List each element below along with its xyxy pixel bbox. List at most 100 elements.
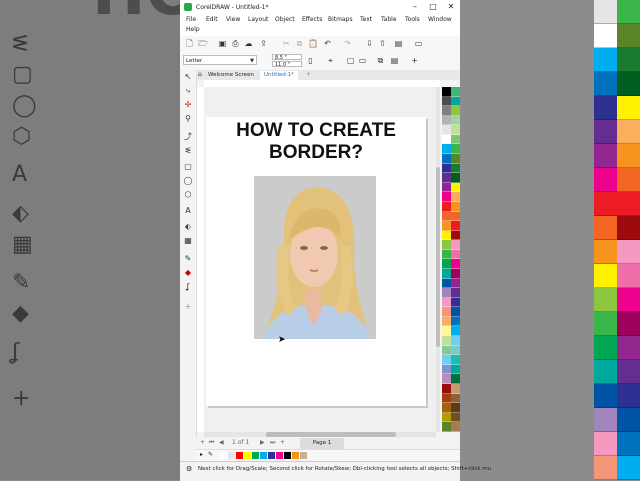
color-swatch[interactable] bbox=[451, 364, 460, 375]
background-swatch[interactable] bbox=[594, 408, 617, 432]
vertical-scrollbar[interactable] bbox=[436, 87, 440, 432]
vertical-scroll-thumb[interactable] bbox=[436, 167, 440, 347]
undo-icon[interactable]: ↶ bbox=[323, 39, 332, 48]
color-swatch[interactable] bbox=[442, 115, 451, 126]
interactive-fill-icon[interactable]: ◆ bbox=[183, 268, 193, 278]
color-swatch[interactable] bbox=[451, 192, 460, 202]
export-file-icon[interactable]: ⇧ bbox=[378, 39, 387, 48]
smart-fill-icon[interactable]: ʆ bbox=[183, 282, 193, 292]
publish-pdf-icon[interactable]: ▤ bbox=[394, 39, 403, 48]
background-swatch[interactable] bbox=[594, 240, 617, 264]
color-swatch[interactable] bbox=[451, 115, 460, 126]
background-swatch[interactable] bbox=[594, 192, 617, 216]
document-color-swatch[interactable] bbox=[300, 452, 307, 459]
menu-text[interactable]: Text bbox=[360, 16, 372, 23]
add-page-end-icon[interactable]: + bbox=[280, 439, 285, 446]
color-swatch[interactable] bbox=[451, 383, 460, 394]
page-height-field[interactable]: 11.0 " bbox=[272, 61, 302, 68]
color-swatch[interactable] bbox=[451, 106, 460, 116]
minimize-button[interactable]: – bbox=[406, 0, 424, 14]
color-swatch[interactable] bbox=[451, 125, 460, 135]
document-color-swatch[interactable] bbox=[292, 452, 299, 459]
headline-text[interactable]: HOW TO CREATE BORDER? bbox=[206, 120, 426, 164]
gear-icon[interactable]: ⚙ bbox=[186, 465, 192, 473]
background-swatch[interactable] bbox=[617, 168, 640, 192]
background-swatch[interactable] bbox=[617, 48, 640, 72]
background-swatch[interactable] bbox=[617, 72, 640, 96]
copy-icon[interactable]: ⧉ bbox=[295, 39, 304, 48]
color-swatch[interactable] bbox=[451, 154, 460, 164]
color-swatch[interactable] bbox=[442, 288, 451, 298]
next-page-icon[interactable]: ▶ bbox=[260, 439, 265, 446]
duplicate-page-icon[interactable]: ⧉ bbox=[376, 56, 385, 65]
background-swatch[interactable] bbox=[594, 168, 617, 192]
first-page-icon[interactable]: ⏮ bbox=[209, 439, 214, 447]
color-swatch[interactable] bbox=[451, 259, 460, 269]
menu-bitmaps[interactable]: Bitmaps bbox=[328, 16, 353, 23]
color-swatch[interactable] bbox=[451, 412, 460, 423]
polygon-tool-icon[interactable]: ⬡ bbox=[183, 190, 193, 200]
page-icon[interactable]: ▢ bbox=[346, 56, 355, 65]
color-swatch[interactable] bbox=[442, 268, 451, 279]
add-icon[interactable]: + bbox=[410, 56, 419, 65]
background-swatch[interactable] bbox=[594, 432, 617, 456]
cut-icon[interactable]: ✂ bbox=[282, 39, 291, 48]
color-swatch[interactable] bbox=[442, 87, 451, 97]
page-width-field[interactable]: 8.5 " bbox=[272, 54, 302, 61]
color-swatch[interactable] bbox=[442, 374, 451, 384]
color-swatch[interactable] bbox=[451, 288, 460, 298]
color-swatch[interactable] bbox=[451, 173, 460, 183]
color-palette-column-2[interactable] bbox=[451, 87, 460, 432]
tab-welcome-screen[interactable]: Welcome Screen bbox=[204, 71, 258, 80]
paper-size-select[interactable]: Letter ▼ bbox=[183, 55, 257, 65]
color-swatch[interactable] bbox=[442, 240, 451, 250]
eyedropper-tool-icon[interactable]: ✎ bbox=[183, 254, 193, 264]
background-swatch[interactable] bbox=[594, 48, 617, 72]
background-swatch[interactable] bbox=[617, 264, 640, 288]
color-swatch[interactable] bbox=[451, 211, 460, 222]
background-swatch[interactable] bbox=[594, 384, 617, 408]
document-color-swatch[interactable] bbox=[228, 452, 235, 459]
color-swatch[interactable] bbox=[442, 221, 451, 231]
color-swatch[interactable] bbox=[451, 144, 460, 155]
document-color-swatch[interactable] bbox=[252, 452, 259, 459]
background-swatch[interactable] bbox=[594, 144, 617, 168]
portrait-photo[interactable] bbox=[254, 176, 376, 339]
document-color-swatch[interactable] bbox=[220, 452, 227, 459]
menu-edit[interactable]: Edit bbox=[206, 16, 218, 23]
background-swatch[interactable] bbox=[617, 144, 640, 168]
background-swatch[interactable] bbox=[617, 288, 640, 312]
document-color-swatch[interactable] bbox=[284, 452, 291, 459]
color-swatch[interactable] bbox=[451, 278, 460, 289]
color-swatch[interactable] bbox=[442, 106, 451, 116]
color-swatch[interactable] bbox=[442, 336, 451, 346]
color-swatch[interactable] bbox=[442, 345, 451, 356]
page-1-tab[interactable]: Page 1 bbox=[300, 438, 344, 449]
crop-tool-icon[interactable]: ✢ bbox=[183, 100, 193, 110]
color-swatch[interactable] bbox=[451, 355, 460, 365]
last-page-icon[interactable]: ⏭ bbox=[270, 439, 275, 447]
color-swatch[interactable] bbox=[451, 230, 460, 241]
background-swatch[interactable] bbox=[594, 120, 617, 144]
background-swatch[interactable] bbox=[617, 120, 640, 144]
document-color-swatch[interactable] bbox=[260, 452, 267, 459]
shape-tool-icon[interactable]: ⤷ bbox=[183, 86, 193, 96]
color-swatch[interactable] bbox=[442, 316, 451, 327]
menu-layout[interactable]: Layout bbox=[248, 16, 268, 23]
menu-file[interactable]: File bbox=[186, 16, 196, 23]
eyedropper-icon[interactable]: ✎ bbox=[208, 451, 213, 458]
drawing-page[interactable]: HOW TO CREATE BORDER? ➤ bbox=[206, 117, 426, 406]
export-icon[interactable]: ⇪ bbox=[259, 39, 268, 48]
background-swatch[interactable] bbox=[617, 312, 640, 336]
ellipse-tool-icon[interactable]: ◯ bbox=[183, 176, 193, 186]
parallel-dimension-icon[interactable]: ⬖ bbox=[183, 222, 193, 232]
background-swatch[interactable] bbox=[617, 384, 640, 408]
color-swatch[interactable] bbox=[442, 173, 451, 183]
background-swatch[interactable] bbox=[617, 0, 640, 24]
open-icon[interactable]: 🗁 bbox=[198, 39, 208, 48]
color-swatch[interactable] bbox=[442, 383, 451, 394]
page-layout-icon[interactable]: ▤ bbox=[390, 56, 399, 65]
menu-view[interactable]: View bbox=[226, 16, 240, 23]
color-swatch[interactable] bbox=[451, 326, 460, 337]
tab-untitled-1[interactable]: Untitled-1* bbox=[260, 71, 298, 80]
